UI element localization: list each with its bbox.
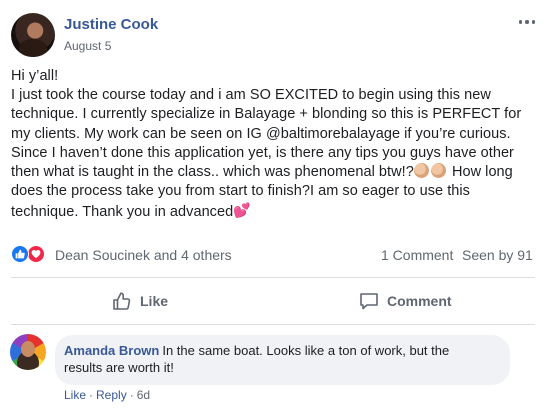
post-line: technique. Thank you in advanced💕 [11, 201, 539, 222]
comment-button-label: Comment [387, 293, 452, 309]
post-line-text: then what is taught in the class.. which… [11, 164, 414, 181]
reactors-names[interactable]: Dean Soucinek and 4 others [55, 247, 232, 263]
separator-dot: · [129, 388, 134, 402]
post-text: Hi y’all! I just took the course today a… [11, 67, 539, 223]
post-header: Justine Cook August 5 [11, 13, 541, 57]
post-timestamp[interactable]: August 5 [64, 39, 111, 53]
post-line: does the process take you from start to … [11, 183, 470, 200]
thumbs-up-icon [113, 292, 131, 310]
clapping-hands-icon [413, 163, 429, 179]
divider [11, 324, 535, 325]
reactions-summary: Dean Soucinek and 4 others 1 Comment See… [11, 245, 535, 265]
comment-reply-link[interactable]: Reply [96, 388, 127, 402]
comment-like-link[interactable]: Like [64, 388, 86, 402]
post-author-name[interactable]: Justine Cook [64, 16, 158, 33]
post-line: then what is taught in the class.. which… [11, 163, 539, 182]
clapping-hands-icon [430, 163, 446, 179]
comment-time[interactable]: 6d [137, 388, 150, 402]
love-reaction-icon[interactable] [27, 245, 45, 263]
separator-dot: · [89, 388, 94, 402]
comment-text: results are worth it! [64, 359, 174, 375]
post-line: my clients. My work can be seen on IG @b… [11, 125, 511, 142]
post-line: Hi y’all! [11, 68, 59, 84]
post-line-text: How long [451, 164, 513, 181]
post-actions: Like Comment [11, 282, 535, 320]
comment-button[interactable]: Comment [359, 282, 452, 320]
seen-by-count[interactable]: Seen by 91 [462, 247, 533, 263]
post-line: I just took the course today and i am SO… [11, 87, 491, 104]
like-reaction-icon[interactable] [11, 245, 29, 263]
comment-icon [360, 293, 378, 310]
commenter-avatar[interactable] [10, 334, 46, 370]
post-line-text: technique. Thank you in advanced [11, 204, 234, 221]
commenter-name[interactable]: Amanda Brown [64, 343, 159, 358]
author-avatar[interactable] [11, 13, 55, 57]
comment-text: In the same boat. Looks like a ton of wo… [162, 343, 450, 358]
post-line: technique. I currently specialize in Bal… [11, 106, 522, 123]
comment-bubble: Amanda Brown In the same boat. Looks like… [55, 335, 510, 385]
like-button-label: Like [140, 293, 169, 309]
comment-count[interactable]: 1 Comment [381, 247, 453, 263]
more-options-icon[interactable] [517, 15, 537, 29]
comment-actions: Like · Reply · 6d [64, 388, 150, 402]
post-line: Since I haven’t done this application ye… [11, 144, 514, 161]
divider [11, 277, 535, 278]
two-hearts-icon: 💕 [233, 202, 251, 219]
like-button[interactable]: Like [112, 282, 168, 320]
